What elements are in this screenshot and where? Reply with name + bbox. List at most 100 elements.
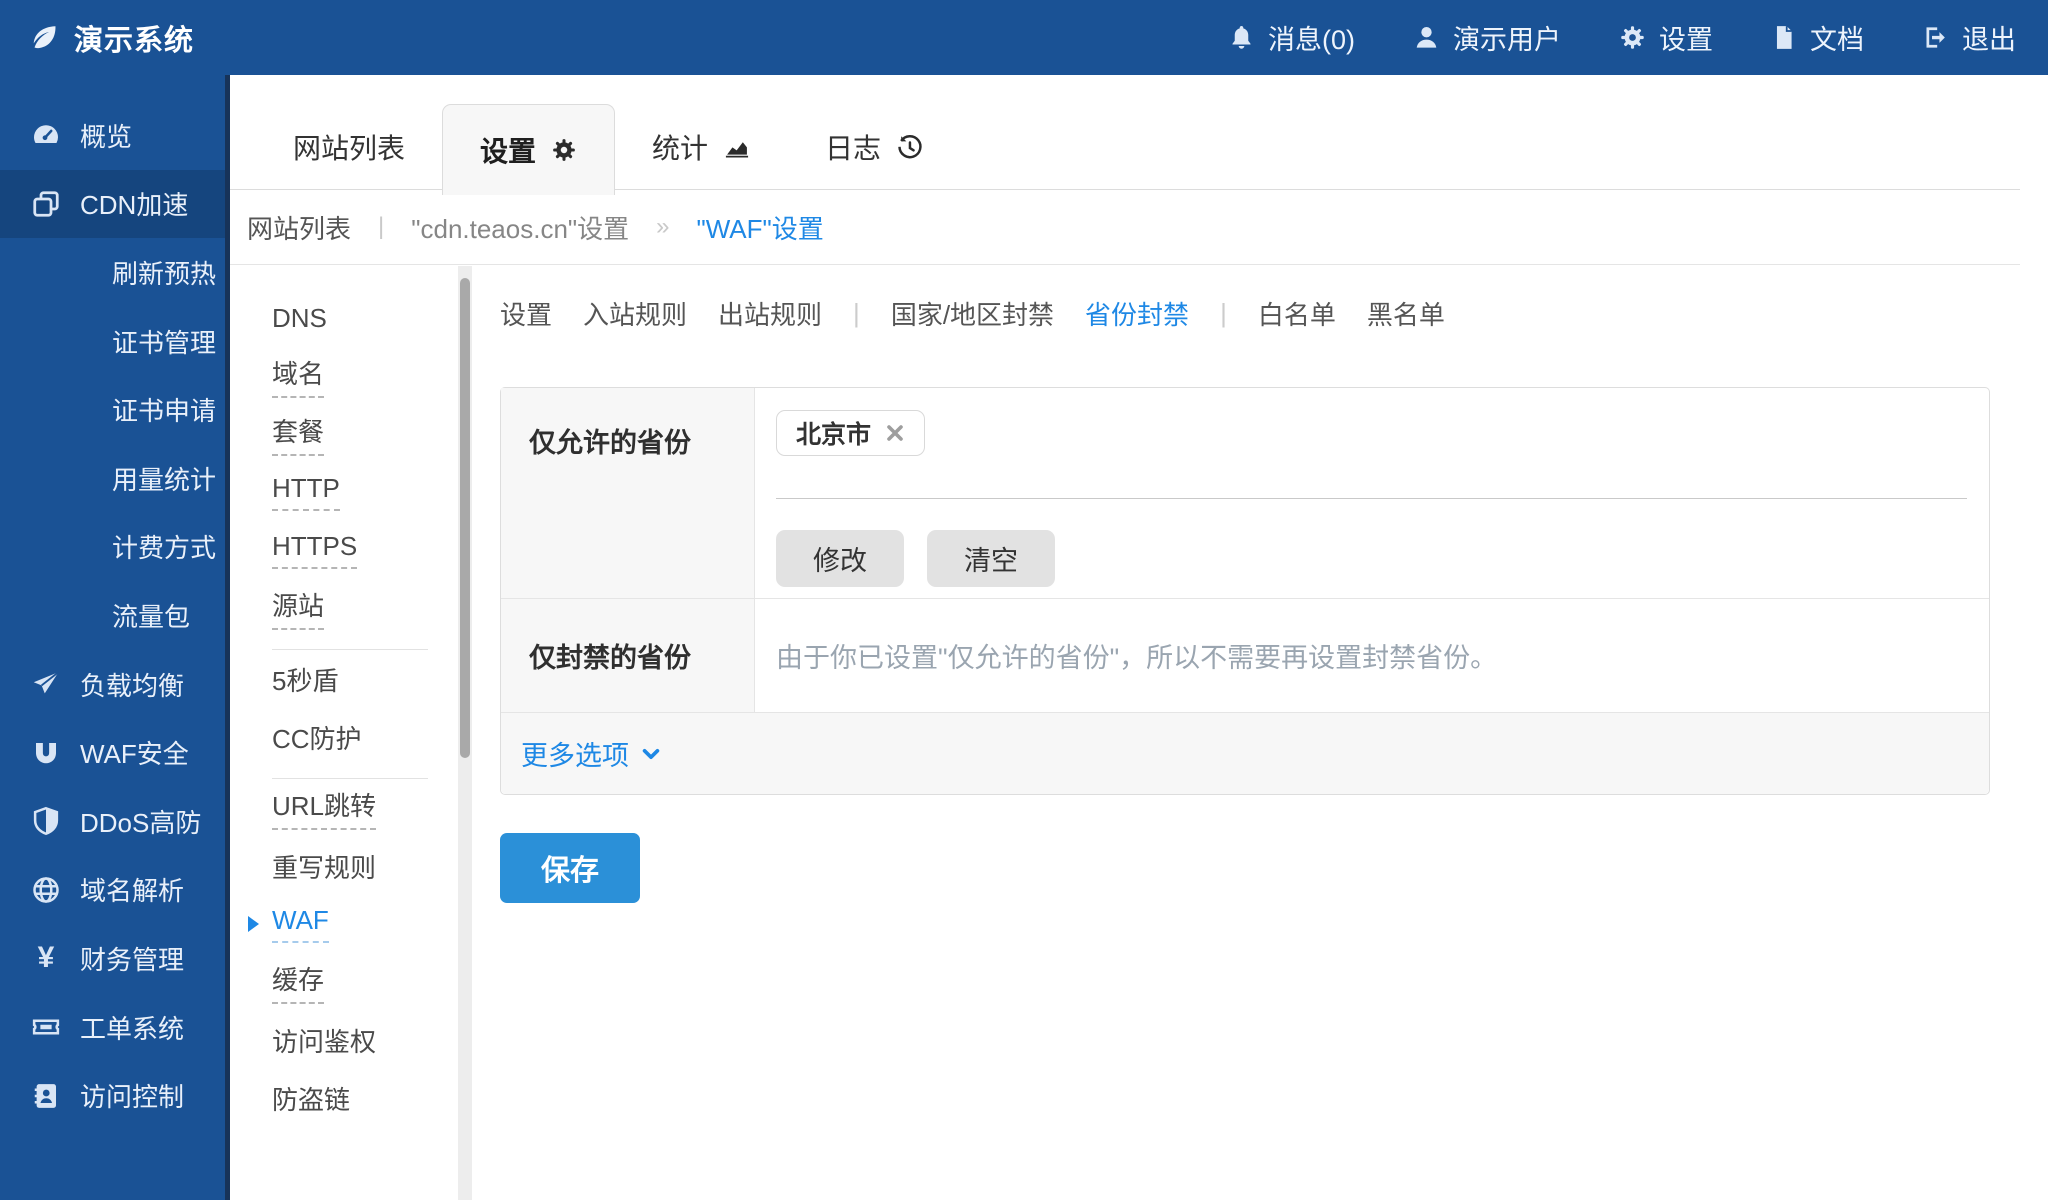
gear-icon xyxy=(1619,24,1646,51)
breadcrumb: 网站列表 | "cdn.teaos.cn"设置 » "WAF"设置 xyxy=(230,190,2020,265)
messages-menu-item[interactable]: 消息(0) xyxy=(1228,18,1355,57)
globe-icon xyxy=(30,875,62,905)
sidebar-item-cdn[interactable]: CDN加速 xyxy=(0,170,225,239)
settings-nav-domain[interactable]: 域名 xyxy=(230,347,458,405)
settings-nav-hotlink[interactable]: 防盗链 xyxy=(230,1069,458,1127)
sidebar-label: 流量包 xyxy=(112,597,190,634)
settings-nav-waf[interactable]: WAF xyxy=(230,895,458,953)
sidebar-item-ddos[interactable]: DDoS高防 xyxy=(0,787,225,856)
history-icon xyxy=(896,134,923,161)
sidebar-item-load-balance[interactable]: 负载均衡 xyxy=(0,650,225,719)
settings-nav-origin[interactable]: 源站 xyxy=(230,579,458,637)
paper-plane-icon xyxy=(30,669,62,699)
settings-nav-rewrite[interactable]: 重写规则 xyxy=(230,837,458,895)
waf-subnav-outbound[interactable]: 出站规则 xyxy=(718,295,822,332)
topbar-menu: 消息(0) 演示用户 设置 文档 退出 xyxy=(1170,18,2048,57)
settings-nav-url-redirect[interactable]: URL跳转 xyxy=(230,779,458,837)
waf-subnav: 设置 入站规则 出站规则 | 国家/地区封禁 省份封禁 | 白名单 黑名单 xyxy=(500,295,1990,332)
waf-subnav-inbound[interactable]: 入站规则 xyxy=(583,295,687,332)
user-menu-item[interactable]: 演示用户 xyxy=(1413,18,1561,57)
sidebar-label: 域名解析 xyxy=(80,871,184,908)
sidebar-item-billing[interactable]: 计费方式 xyxy=(0,513,225,582)
allowed-provinces-row: 仅允许的省份 北京市 修改 清空 xyxy=(501,388,1989,598)
sidebar-label: DDoS高防 xyxy=(80,803,201,840)
settings-nav-cache[interactable]: 缓存 xyxy=(230,953,458,1011)
settings-nav-http[interactable]: HTTP xyxy=(230,463,458,521)
allowed-provinces-field: 北京市 修改 清空 xyxy=(755,388,1989,598)
more-options-row: 更多选项 xyxy=(501,712,1989,794)
content-area: 网站列表 设置 统计 日志 网站列表 | "cdn.teaos.cn"设置 » … xyxy=(230,75,2048,1200)
settings-nav-auth[interactable]: 访问鉴权 xyxy=(230,1011,458,1069)
banned-provinces-label: 仅封禁的省份 xyxy=(501,599,755,712)
sidebar-item-access-control[interactable]: 访问控制 xyxy=(0,1061,225,1130)
brand-title: 演示系统 xyxy=(74,17,194,59)
sidebar-label: 计费方式 xyxy=(112,528,216,565)
waf-subnav-country-block[interactable]: 国家/地区封禁 xyxy=(891,295,1054,332)
allowed-provinces-label: 仅允许的省份 xyxy=(501,388,755,598)
sidebar-item-purge[interactable]: 刷新预热 xyxy=(0,238,225,307)
province-input[interactable] xyxy=(776,498,1967,499)
user-label: 演示用户 xyxy=(1453,18,1561,57)
settings-nav-scrollbar[interactable] xyxy=(458,266,472,1200)
document-icon xyxy=(1771,24,1797,51)
waf-subnav-province-block[interactable]: 省份封禁 xyxy=(1085,295,1189,332)
waf-subnav-blacklist[interactable]: 黑名单 xyxy=(1367,295,1445,332)
sidebar-item-waf[interactable]: WAF安全 xyxy=(0,718,225,787)
sidebar-item-usage-stats[interactable]: 用量统计 xyxy=(0,444,225,513)
site-tabbar: 网站列表 设置 统计 日志 xyxy=(230,75,2020,190)
province-actions: 修改 清空 xyxy=(776,530,1967,587)
top-bar: 演示系统 消息(0) 演示用户 设置 文档 xyxy=(0,0,2048,75)
clear-button[interactable]: 清空 xyxy=(927,530,1055,587)
settings-nav-cc-protect[interactable]: CC防护 xyxy=(230,708,458,766)
province-tag-beijing: 北京市 xyxy=(776,410,925,456)
settings-nav-5s-shield[interactable]: 5秒盾 xyxy=(230,650,458,708)
breadcrumb-site-list[interactable]: 网站列表 xyxy=(247,209,351,246)
sidebar-item-cert-manage[interactable]: 证书管理 xyxy=(0,307,225,376)
sidebar-item-overview[interactable]: 概览 xyxy=(0,101,225,170)
docs-menu-item[interactable]: 文档 xyxy=(1771,18,1864,57)
tab-settings[interactable]: 设置 xyxy=(442,104,615,195)
more-options-link[interactable]: 更多选项 xyxy=(521,734,662,773)
breadcrumb-chevron: » xyxy=(656,213,669,241)
messages-label: 消息(0) xyxy=(1268,18,1355,57)
subnav-separator: | xyxy=(853,298,860,329)
tab-logs[interactable]: 日志 xyxy=(788,105,960,189)
subnav-separator: | xyxy=(1220,298,1227,329)
sidebar-label: 证书申请 xyxy=(112,391,216,428)
save-button[interactable]: 保存 xyxy=(500,833,640,903)
gauge-icon xyxy=(30,120,62,150)
sidebar-item-tickets[interactable]: 工单系统 xyxy=(0,993,225,1062)
settings-menu-item[interactable]: 设置 xyxy=(1619,18,1713,57)
logout-icon xyxy=(1922,24,1949,51)
breadcrumb-waf-settings[interactable]: "WAF"设置 xyxy=(697,209,824,246)
breadcrumb-separator: | xyxy=(378,213,384,241)
area-chart-icon xyxy=(723,133,751,161)
settings-nav-https[interactable]: HTTPS xyxy=(230,521,458,579)
province-tag-label: 北京市 xyxy=(796,415,871,451)
docs-label: 文档 xyxy=(1810,18,1864,57)
settings-nav-dns[interactable]: DNS xyxy=(230,289,458,347)
modify-button[interactable]: 修改 xyxy=(776,530,904,587)
tab-label: 日志 xyxy=(825,127,881,167)
sidebar-item-cert-apply[interactable]: 证书申请 xyxy=(0,375,225,444)
shield-icon xyxy=(30,806,62,836)
main-sidebar: 概览 CDN加速 刷新预热 证书管理 证书申请 用量统计 计费方式 流量包 负载… xyxy=(0,75,230,1200)
logout-menu-item[interactable]: 退出 xyxy=(1922,18,2016,57)
scrollbar-thumb[interactable] xyxy=(460,278,470,758)
breadcrumb-site-settings[interactable]: "cdn.teaos.cn"设置 xyxy=(411,209,629,246)
sidebar-label: 财务管理 xyxy=(80,940,184,977)
waf-subnav-whitelist[interactable]: 白名单 xyxy=(1258,295,1336,332)
tag-close-icon[interactable] xyxy=(885,423,905,443)
magnet-icon xyxy=(30,738,62,768)
active-arrow-icon xyxy=(248,916,259,932)
tab-label: 网站列表 xyxy=(293,127,405,167)
sidebar-item-finance[interactable]: ¥ 财务管理 xyxy=(0,924,225,993)
waf-subnav-settings[interactable]: 设置 xyxy=(500,295,552,332)
tab-stats[interactable]: 统计 xyxy=(615,105,788,189)
user-icon xyxy=(1413,24,1440,51)
tab-site-list[interactable]: 网站列表 xyxy=(256,105,442,189)
ticket-icon xyxy=(30,1012,62,1042)
sidebar-item-traffic-pack[interactable]: 流量包 xyxy=(0,581,225,650)
settings-nav-plan[interactable]: 套餐 xyxy=(230,405,458,463)
sidebar-item-dns-resolve[interactable]: 域名解析 xyxy=(0,856,225,925)
